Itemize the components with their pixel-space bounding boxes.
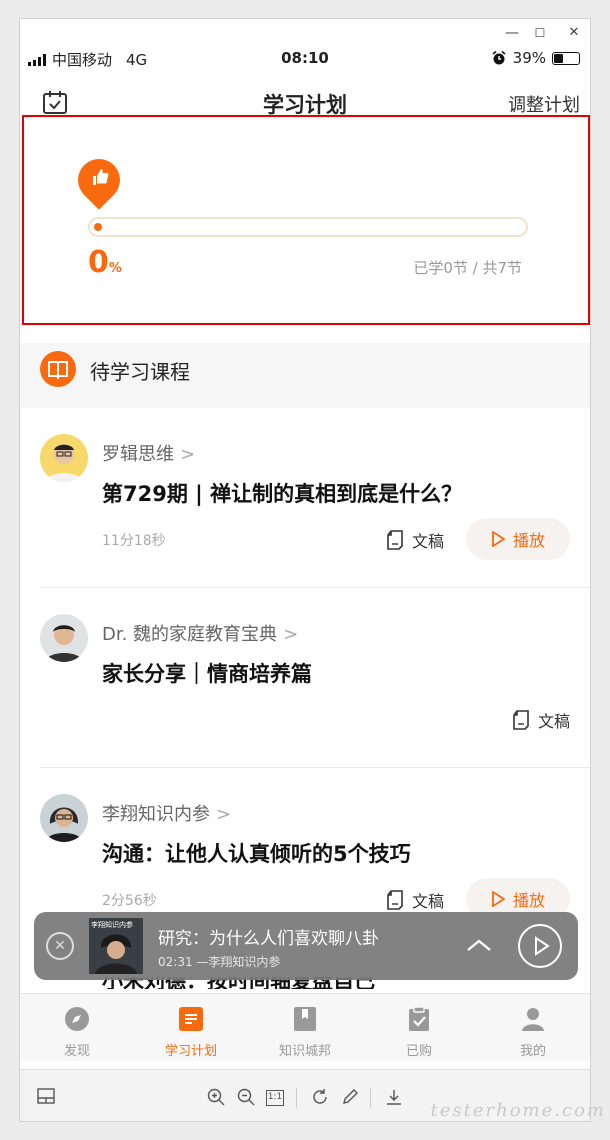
play-icon [492, 531, 505, 547]
transcript-button[interactable]: 文稿 [386, 528, 444, 552]
play-button[interactable]: 播放 [466, 518, 570, 560]
chevron-up-icon[interactable] [466, 938, 492, 952]
purchased-icon [409, 1006, 429, 1031]
tab-purchased[interactable]: 已购 [362, 994, 476, 1061]
tab-discover[interactable]: 发现 [20, 994, 134, 1061]
maximize-button[interactable]: ☐ [530, 23, 550, 43]
battery-percent: 39% [512, 49, 546, 67]
course-author[interactable]: 罗辑思维 > [102, 440, 195, 466]
tab-knowledge-city[interactable]: 知识城邦 [248, 994, 362, 1061]
rotate-icon[interactable] [310, 1088, 330, 1108]
transcript-button[interactable]: 文稿 [386, 888, 444, 912]
avatar [40, 614, 88, 662]
document-icon [387, 530, 403, 550]
chevron-right-icon: > [216, 804, 232, 825]
thumbs-up-icon [93, 169, 109, 185]
course-title[interactable]: 沟通：让他人认真倾听的5个技巧 [102, 838, 411, 868]
mini-player[interactable]: ✕ 李翔知识内参 研究：为什么人们喜欢聊八卦 02:31 —李翔知识内参 [34, 912, 578, 980]
progress-percent: 0% [88, 245, 122, 280]
plan-icon [179, 1007, 203, 1031]
layout-icon[interactable] [36, 1088, 56, 1108]
progress-card: 0% 已学0节 / 共7节 [22, 115, 590, 325]
window-titlebar: — ☐ ✕ [20, 19, 590, 47]
tab-study-plan[interactable]: 学习计划 [134, 994, 248, 1061]
zoom-out-icon[interactable] [236, 1088, 256, 1108]
zoom-in-icon[interactable] [206, 1088, 226, 1108]
toolbar-separator [296, 1088, 297, 1108]
course-author[interactable]: Dr. 魏的家庭教育宝典 > [102, 620, 298, 646]
tab-bar: 发现 学习计划 知识城邦 已购 我的 [20, 993, 590, 1061]
play-icon [535, 936, 550, 956]
now-playing-meta: 02:31 —李翔知识内参 [158, 955, 281, 969]
close-button[interactable]: ✕ [564, 23, 584, 43]
avatar [40, 794, 88, 842]
battery-icon [552, 51, 580, 65]
tab-mine[interactable]: 我的 [476, 994, 590, 1061]
section-header: 待学习课程 [20, 343, 590, 408]
document-icon [387, 890, 403, 910]
now-playing-title: 研究：为什么人们喜欢聊八卦 [158, 929, 379, 949]
course-duration: 2分56秒 [102, 893, 157, 909]
close-player-button[interactable]: ✕ [46, 932, 74, 960]
toolbar-separator [370, 1088, 371, 1108]
course-author[interactable]: 李翔知识内参 > [102, 800, 231, 826]
minimize-button[interactable]: — [502, 23, 522, 43]
course-title[interactable]: 第729期 | 禅让制的真相到底是什么？ [102, 478, 462, 508]
course-item[interactable]: Dr. 魏的家庭教育宝典 > 家长分享｜情商培养篇 文稿 [20, 588, 590, 768]
adjust-plan-button[interactable]: 调整计划 [508, 91, 580, 117]
album-cover: 李翔知识内参 [89, 918, 143, 974]
course-title[interactable]: 家长分享｜情商培养篇 [102, 658, 312, 688]
progress-stat: 已学0节 / 共7节 [413, 259, 522, 277]
player-play-button[interactable] [518, 924, 562, 968]
progress-bar-fill [94, 223, 102, 231]
compass-icon [65, 1007, 89, 1031]
actual-size-button[interactable]: 1:1 [266, 1090, 284, 1106]
course-item[interactable]: 罗辑思维 > 第729期 | 禅让制的真相到底是什么？ 11分18秒 文稿 播放 [20, 408, 590, 588]
edit-icon[interactable] [340, 1088, 360, 1108]
avatar [40, 434, 88, 482]
bookmark-icon [294, 1007, 316, 1031]
section-title: 待学习课程 [90, 360, 190, 384]
transcript-button[interactable]: 文稿 [512, 708, 570, 732]
download-icon[interactable] [384, 1088, 404, 1108]
document-icon [513, 710, 529, 730]
app-window: — ☐ ✕ 中国移动 4G 08:10 39% 学习计划 调整计划 0% 已学0… [19, 18, 591, 1122]
course-duration: 11分18秒 [102, 533, 166, 549]
book-icon [40, 351, 76, 387]
user-icon [522, 1008, 544, 1031]
status-bar: 中国移动 4G 08:10 39% [20, 47, 590, 73]
chevron-right-icon: > [283, 624, 299, 645]
watermark: testerhome.com [430, 1100, 606, 1121]
chevron-right-icon: > [180, 444, 196, 465]
alarm-icon [492, 50, 506, 65]
progress-bar [88, 217, 528, 237]
play-icon [492, 891, 505, 907]
